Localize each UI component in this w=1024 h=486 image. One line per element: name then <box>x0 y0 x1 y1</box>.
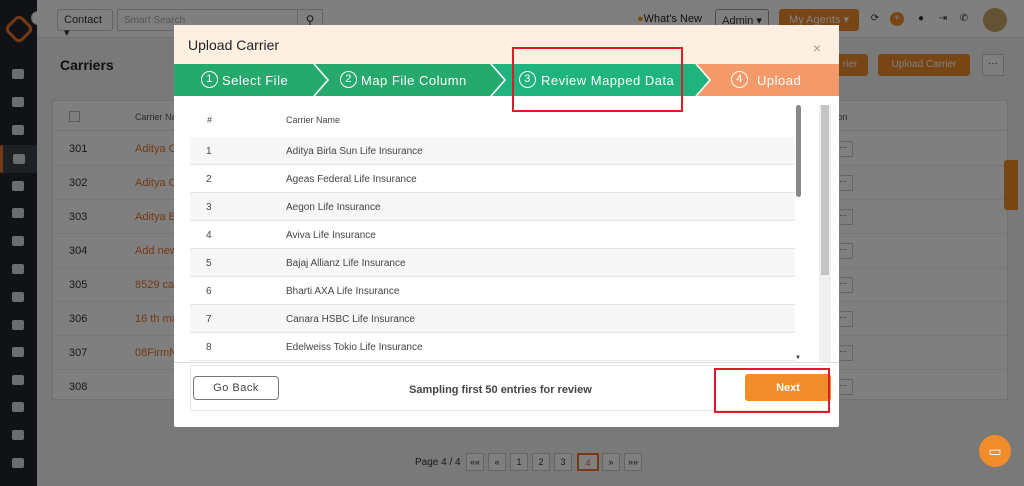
row-index: 6 <box>206 286 212 297</box>
row-carrier-name: Canara HSBC Life Insurance <box>286 314 415 325</box>
list-scrollbar[interactable]: ▼ <box>795 105 803 362</box>
step-map-file-column[interactable]: 2 Map File Column <box>324 64 499 96</box>
row-carrier-name: Aditya Birla Sun Life Insurance <box>286 146 423 157</box>
step-label: Select File <box>222 73 289 88</box>
row-index: 7 <box>206 314 212 325</box>
scroll-down-arrow-icon[interactable]: ▼ <box>795 355 801 361</box>
list-item: 2 Ageas Federal Life Insurance <box>190 165 795 193</box>
go-back-button[interactable]: Go Back <box>193 376 279 400</box>
modal-scrollbar[interactable] <box>819 105 831 362</box>
column-index: # <box>207 115 213 125</box>
row-index: 2 <box>206 174 212 185</box>
list-item: 1 Aditya Birla Sun Life Insurance <box>190 137 795 165</box>
list-item: 3 Aegon Life Insurance <box>190 193 795 221</box>
row-index: 3 <box>206 202 212 213</box>
chat-icon[interactable]: ▭ <box>979 435 1011 467</box>
row-index: 8 <box>206 342 212 353</box>
modal-title: Upload Carrier <box>188 37 280 53</box>
list-item: 8 Edelweiss Tokio Life Insurance <box>190 333 795 361</box>
highlight-review-step <box>512 47 683 112</box>
step-number: 1 <box>201 71 218 88</box>
modal-header: Upload Carrier × <box>174 25 839 65</box>
row-index: 4 <box>206 230 212 241</box>
row-carrier-name: Ageas Federal Life Insurance <box>286 174 417 185</box>
column-carrier-name: Carrier Name <box>286 115 341 125</box>
scrollbar-thumb[interactable] <box>796 105 801 197</box>
list-item: 6 Bharti AXA Life Insurance <box>190 277 795 305</box>
list-item: 5 Bajaj Allianz Life Insurance <box>190 249 795 277</box>
step-label: Map File Column <box>361 73 467 88</box>
step-number: 4 <box>731 71 748 88</box>
row-carrier-name: Bharti AXA Life Insurance <box>286 286 400 297</box>
step-number: 2 <box>340 71 357 88</box>
row-carrier-name: Aviva Life Insurance <box>286 230 376 241</box>
list-item: 7 Canara HSBC Life Insurance <box>190 305 795 333</box>
row-carrier-name: Edelweiss Tokio Life Insurance <box>286 342 423 353</box>
step-select-file[interactable]: 1 Select File <box>174 64 324 96</box>
modal-scrollbar-thumb[interactable] <box>821 105 829 275</box>
review-data-list[interactable]: # Carrier Name 1 Aditya Birla Sun Life In… <box>174 97 839 363</box>
step-label: Upload <box>757 73 802 88</box>
highlight-next-button <box>714 368 830 413</box>
row-carrier-name: Aegon Life Insurance <box>286 202 381 213</box>
row-carrier-name: Bajaj Allianz Life Insurance <box>286 258 406 269</box>
list-header: # Carrier Name <box>190 97 795 137</box>
row-index: 1 <box>206 146 212 157</box>
sampling-message: Sampling first 50 entries for review <box>409 384 592 396</box>
step-upload[interactable]: 4 Upload <box>704 64 839 96</box>
list-item: 4 Aviva Life Insurance <box>190 221 795 249</box>
row-index: 5 <box>206 258 212 269</box>
upload-carrier-modal: Upload Carrier × 1 Select File 2 Map Fil… <box>174 25 839 427</box>
wizard-steps: 1 Select File 2 Map File Column 3 Review… <box>174 64 839 96</box>
close-icon[interactable]: × <box>813 40 821 56</box>
